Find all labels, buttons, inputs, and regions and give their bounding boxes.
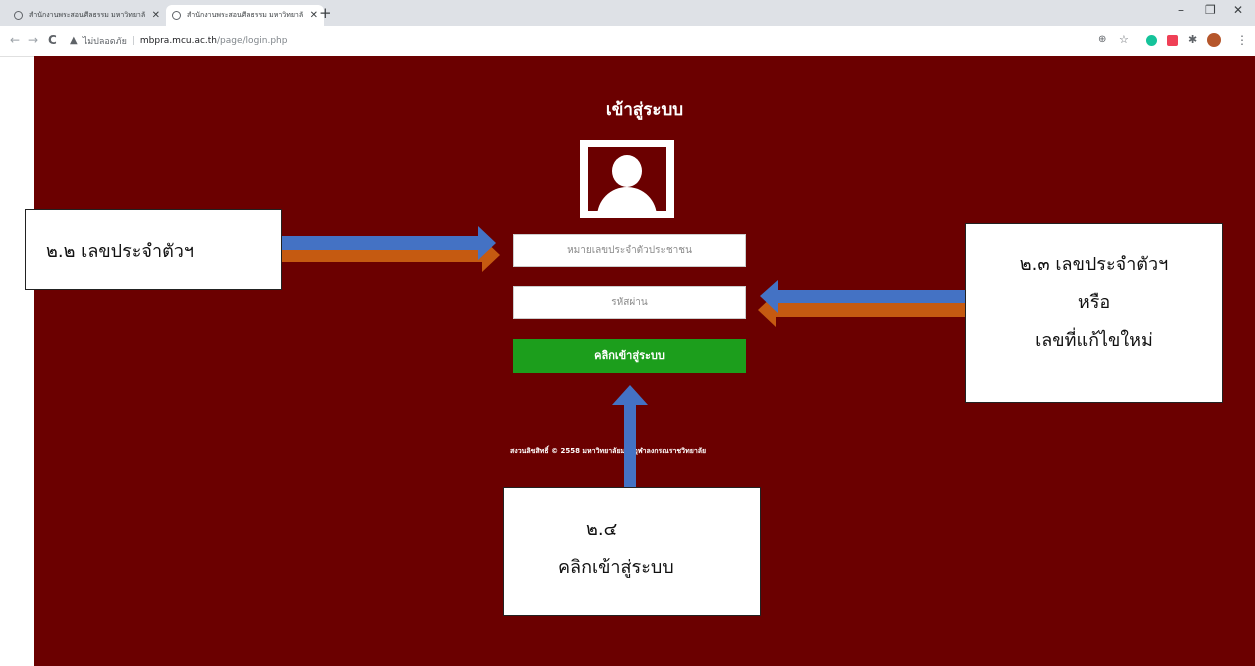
- callout-line: ๒.๔: [586, 519, 618, 540]
- callout-password-field: ๒.๓ เลขประจำตัวฯ หรือ เลขที่แก้ไขใหม่: [965, 223, 1223, 403]
- callout-login-button: ๒.๔ คลิกเข้าสู่ระบบ: [503, 487, 761, 616]
- callout-id-field: ๒.๒ เลขประจำตัวฯ: [25, 209, 282, 290]
- callout-line: เลขที่แก้ไขใหม่: [1035, 330, 1153, 351]
- callout-line: ๒.๓ เลขประจำตัวฯ: [1019, 254, 1169, 275]
- callout-line: หรือ: [1077, 292, 1111, 313]
- callout-line: คลิกเข้าสู่ระบบ: [558, 557, 674, 578]
- arrow-up: [612, 385, 648, 487]
- callout-text: ๒.๒ เลขประจำตัวฯ: [46, 241, 194, 262]
